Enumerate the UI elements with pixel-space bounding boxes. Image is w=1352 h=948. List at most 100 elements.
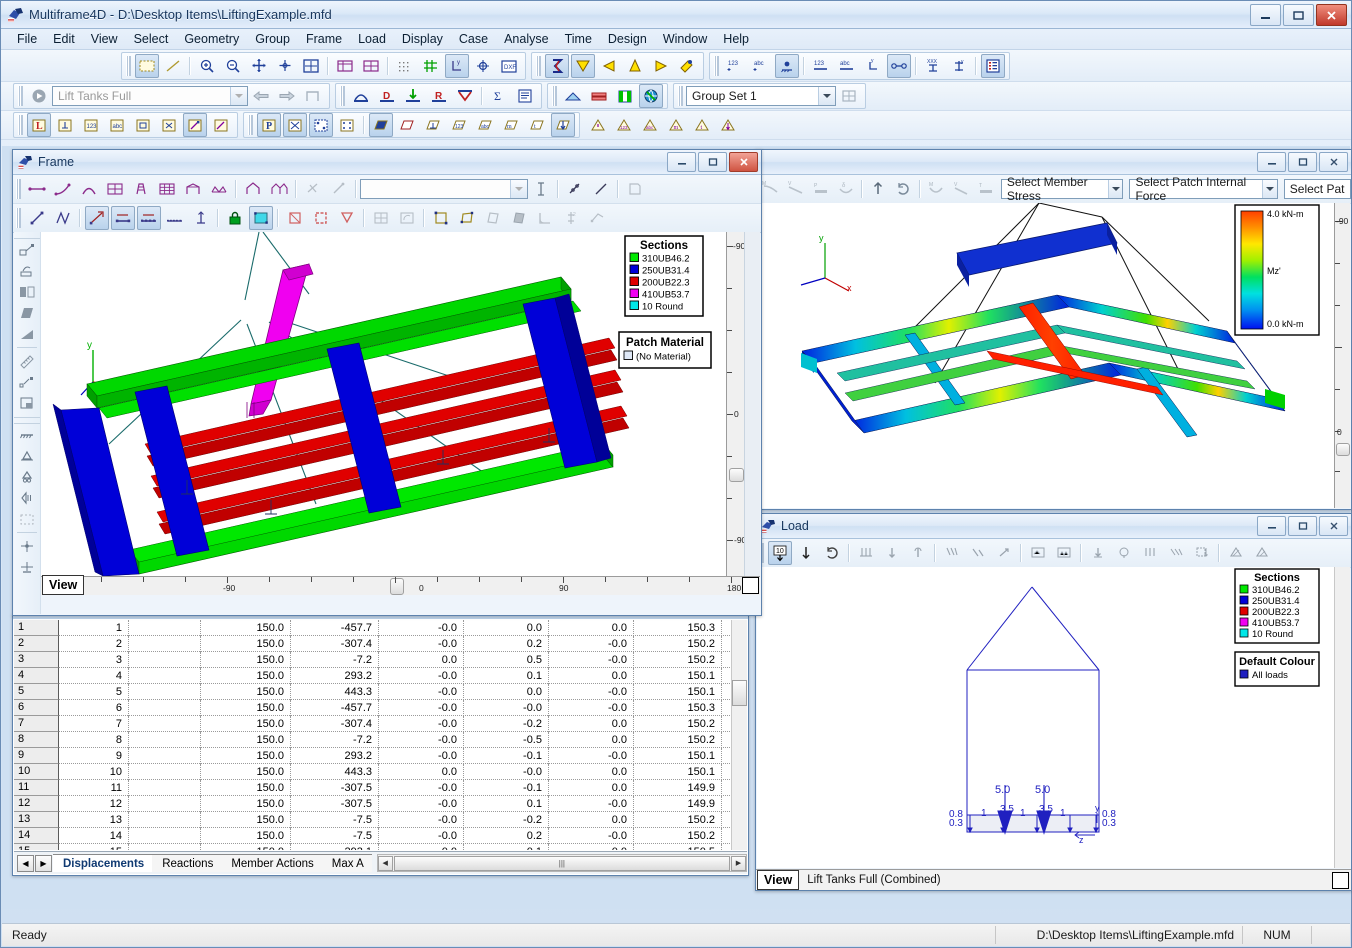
frame-vertical-ruler[interactable]: -90 0 -90 [726, 232, 746, 577]
menu-item-load[interactable]: Load [350, 30, 394, 48]
member-orient-icon[interactable] [563, 177, 587, 201]
snap-grid-icon[interactable] [419, 54, 443, 78]
snap-node-icon[interactable] [249, 206, 273, 230]
member-stress-combo[interactable]: Select Member Stress [1000, 175, 1124, 203]
patch-p-icon[interactable]: P [257, 113, 281, 137]
undo-icon[interactable] [892, 177, 915, 201]
table-row[interactable]: 1 1 150.0 -457.7 -0.0 0.0 0.0 150.3 [14, 620, 732, 636]
chevron-down-icon[interactable] [510, 180, 527, 198]
patch-triangle-icon[interactable] [335, 206, 359, 230]
member-axes-icon[interactable]: y [861, 54, 885, 78]
node-support-icon[interactable] [775, 53, 799, 78]
toolbar-grip[interactable] [126, 55, 131, 76]
section-text-icon[interactable] [529, 177, 553, 201]
table-row[interactable]: 4 4 150.0 293.2 -0.0 0.1 0.0 150.1 [14, 667, 732, 684]
subdivide-icon[interactable] [163, 206, 187, 230]
undo-load-icon[interactable] [820, 541, 844, 565]
table-row[interactable]: 2 2 150.0 -307.4 -0.0 0.2 -0.0 150.2 [14, 635, 732, 652]
load-canvas[interactable]: 5.0 5.0 3.5 3.5 1 1 1 0.8 0.3 0.8 0.3 y … [757, 567, 1335, 868]
select-line-icon[interactable] [161, 54, 185, 78]
warning-number-icon[interactable]: 123 [612, 113, 636, 137]
node-number-icon[interactable]: 123 [723, 54, 747, 78]
ruler-icon[interactable] [16, 351, 38, 371]
drag-shape-icon[interactable] [16, 261, 38, 281]
table-row[interactable]: 12 12 150.0 -307.5 -0.0 0.1 -0.0 149.9 [14, 795, 732, 812]
minimize-button[interactable] [1250, 4, 1281, 26]
menu-item-analyse[interactable]: Analyse [496, 30, 556, 48]
node-point-icon[interactable] [16, 536, 38, 556]
extend-member-icon[interactable] [111, 206, 135, 230]
prev-case-icon[interactable] [249, 84, 273, 108]
chevron-down-icon[interactable] [230, 87, 247, 105]
table-horizontal-scrollbar[interactable]: ◀ ||| ▶ [376, 854, 747, 872]
plate-material-icon[interactable]: m [499, 113, 523, 137]
menu-item-group[interactable]: Group [247, 30, 298, 48]
result-restore-button[interactable] [1288, 152, 1317, 172]
plate-group-icon[interactable] [585, 206, 609, 230]
menu-item-help[interactable]: Help [715, 30, 757, 48]
label-number-icon[interactable]: 123 [79, 113, 103, 137]
rotate-icon[interactable] [273, 54, 297, 78]
member-number-icon[interactable]: 123 [809, 54, 833, 78]
rigid-region-icon[interactable] [16, 509, 38, 529]
result-minimize-button[interactable] [1257, 152, 1286, 172]
grid-frame-icon[interactable] [103, 177, 127, 201]
toolbar-grip[interactable] [18, 86, 23, 106]
patch-stress-combo[interactable]: Select Pat [1283, 179, 1351, 199]
table-vertical-scrollbar[interactable] [731, 620, 747, 850]
table-row[interactable]: 3 3 150.0 -7.2 0.0 0.5 -0.0 150.2 [14, 651, 732, 668]
table-row[interactable]: 11 11 150.0 -307.5 -0.0 -0.1 0.0 149.9 [14, 779, 732, 796]
axial-px-icon[interactable]: P [809, 177, 832, 201]
toolbar-grip[interactable] [678, 86, 683, 106]
moment-icon[interactable] [453, 84, 477, 108]
member-name-icon[interactable]: abc [835, 54, 859, 78]
plan-view-icon[interactable] [561, 84, 585, 108]
patch-select-icon[interactable] [309, 206, 333, 230]
wireframe-icon[interactable] [545, 53, 569, 78]
moment-my-icon[interactable]: M [925, 177, 948, 201]
patch-mesh-icon[interactable] [309, 113, 333, 137]
patch-rotate-icon[interactable] [395, 206, 419, 230]
zoom-out-icon[interactable] [221, 54, 245, 78]
dots-grid-icon[interactable] [393, 54, 417, 78]
case-play-icon[interactable] [27, 84, 51, 108]
toolbar-grip[interactable] [16, 179, 21, 199]
table-row[interactable]: 14 14 150.0 -7.5 -0.0 0.2 -0.0 150.2 [14, 827, 732, 844]
roller-support-icon[interactable] [16, 467, 38, 487]
light-cone-icon[interactable] [571, 53, 595, 78]
menu-item-geometry[interactable]: Geometry [176, 30, 247, 48]
plate-text-icon[interactable]: abc [473, 113, 497, 137]
maximize-button[interactable] [1283, 4, 1314, 26]
label-cross-icon[interactable] [157, 113, 181, 137]
dxf-export-icon[interactable]: DXF [497, 54, 521, 78]
toolbar-grip[interactable] [340, 86, 345, 106]
tab-reactions[interactable]: Reactions [152, 854, 222, 872]
light-top-icon[interactable] [623, 54, 647, 78]
multi-view-icon[interactable] [359, 54, 383, 78]
label-node-icon[interactable] [53, 113, 77, 137]
deflection-icon[interactable] [349, 84, 373, 108]
patch-create-icon[interactable] [283, 206, 307, 230]
patch-dots-icon[interactable] [335, 113, 359, 137]
member-single-icon[interactable] [25, 177, 49, 201]
tab-member-actions[interactable]: Member Actions [221, 854, 322, 872]
select-box-icon[interactable] [16, 240, 38, 260]
warning-thickness-icon[interactable]: t [690, 113, 714, 137]
polyline-icon[interactable] [51, 206, 75, 230]
reaction-r-icon[interactable]: R [427, 84, 451, 108]
warning-axis-icon[interactable] [716, 113, 740, 137]
label-arrow2-icon[interactable] [209, 113, 233, 137]
shear-y-icon[interactable]: V [784, 177, 807, 201]
offset-member-icon[interactable] [189, 206, 213, 230]
scatter-icon[interactable] [16, 372, 38, 392]
group-set-combo[interactable]: Group Set 1 [686, 86, 836, 106]
menu-item-edit[interactable]: Edit [45, 30, 83, 48]
toolbar-grip[interactable] [248, 115, 253, 135]
load-close-button[interactable] [1319, 516, 1348, 536]
menu-item-display[interactable]: Display [394, 30, 451, 48]
portal-frame-icon[interactable] [181, 177, 205, 201]
load-view-button[interactable]: View [757, 870, 800, 890]
moment-load-icon[interactable] [906, 541, 930, 565]
plate-edge-icon[interactable] [455, 206, 479, 230]
menu-item-view[interactable]: View [83, 30, 126, 48]
